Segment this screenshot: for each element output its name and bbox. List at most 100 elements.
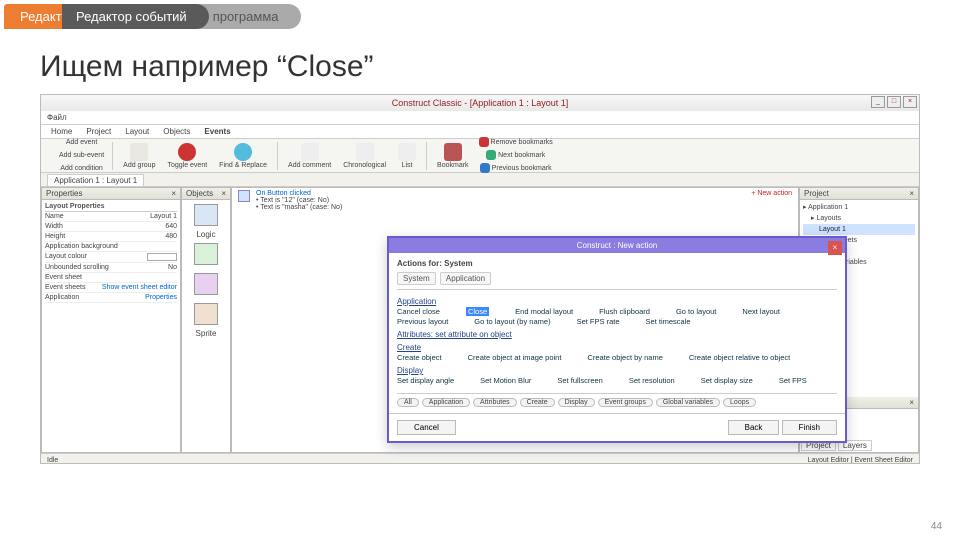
status-left: Idle [47, 457, 58, 464]
filter-button[interactable]: Attributes [473, 398, 517, 407]
prop-row[interactable]: Layout colour [45, 252, 177, 263]
menu-file[interactable]: Файл [47, 113, 67, 122]
dialog-close-button[interactable]: × [828, 241, 842, 255]
action-category: Display [397, 366, 837, 375]
action-item-selected[interactable]: Close [466, 307, 489, 316]
ribbon-add-comment[interactable]: Add comment [284, 141, 335, 171]
status-tab[interactable]: Layout Editor [808, 457, 849, 464]
ribbon-toggle-event[interactable]: Toggle event [163, 141, 211, 171]
action-item[interactable]: Next layout [742, 307, 780, 316]
ribbon-remove-bookmarks[interactable]: Remove bookmarks [477, 136, 555, 149]
group-icon [130, 143, 148, 161]
crumb-application[interactable]: Application [440, 272, 491, 285]
ribbon-next-bookmark[interactable]: Next bookmark [477, 149, 555, 162]
ribbon-tab-objects[interactable]: Objects [163, 127, 190, 136]
action-item[interactable]: Previous layout [397, 317, 448, 326]
cancel-button[interactable]: Cancel [397, 420, 456, 435]
prop-row[interactable]: NameLayout 1 [45, 212, 177, 222]
action-item[interactable]: Set resolution [629, 376, 675, 385]
prop-row[interactable]: Unbounded scrollingNo [45, 263, 177, 273]
props-section: Layout Properties [45, 202, 177, 212]
action-item[interactable]: Go to layout [676, 307, 716, 316]
filter-button[interactable]: Loops [723, 398, 756, 407]
slide-tabs: Редактор Редактор событий программа [0, 0, 960, 32]
back-button[interactable]: Back [728, 420, 780, 435]
prop-row[interactable]: Event sheet [45, 273, 177, 283]
event-row[interactable]: On Button clicked • Text is "12" (case: … [232, 188, 798, 213]
filter-button[interactable]: Application [422, 398, 470, 407]
prop-row[interactable]: ApplicationProperties [45, 293, 177, 303]
window-close[interactable]: × [903, 96, 917, 108]
tree-item[interactable]: ▸ Application 1 [803, 202, 915, 213]
action-item[interactable]: Create object by name [587, 353, 662, 362]
panel-close-icon[interactable]: × [171, 189, 176, 198]
tree-item[interactable]: ▸ Layouts [803, 213, 915, 224]
prop-row[interactable]: Application background [45, 242, 177, 252]
action-item[interactable]: Create object at image point [468, 353, 562, 362]
action-item[interactable]: Set display angle [397, 376, 454, 385]
action-item[interactable]: Set FPS [779, 376, 807, 385]
prop-row[interactable]: Event sheetsShow event sheet editor [45, 283, 177, 293]
action-item[interactable]: Go to layout (by name) [474, 317, 550, 326]
object-item[interactable] [194, 303, 218, 325]
ribbon-tab-layout[interactable]: Layout [125, 127, 149, 136]
prop-row[interactable]: Height480 [45, 232, 177, 242]
object-item[interactable] [194, 243, 218, 265]
window-minimize[interactable]: _ [871, 96, 885, 108]
ribbon-bookmark[interactable]: Bookmark [433, 141, 473, 171]
filter-button[interactable]: Event groups [598, 398, 653, 407]
slide-tab-event-editor[interactable]: Редактор событий [62, 4, 209, 29]
document-tab[interactable]: Application 1 : Layout 1 [47, 174, 144, 186]
action-item[interactable]: Cancel close [397, 307, 440, 316]
slide-number: 44 [931, 521, 942, 532]
action-item[interactable]: Set Motion Blur [480, 376, 531, 385]
project-title: Project [804, 189, 829, 198]
action-item[interactable]: Flush clipboard [599, 307, 650, 316]
action-item[interactable]: Create object [397, 353, 442, 362]
new-action-dialog: Construct : New action × Actions for: Sy… [387, 236, 847, 443]
object-label: Sprite [182, 329, 230, 338]
event-action[interactable]: • Text is "12" (case: No) [256, 197, 342, 204]
ribbon-tab-events[interactable]: Events [204, 127, 230, 136]
ribbon-prev-bookmark[interactable]: Previous bookmark [477, 162, 555, 175]
action-item[interactable]: Set display size [701, 376, 753, 385]
filter-button[interactable]: All [397, 398, 419, 407]
ribbon-tab-project[interactable]: Project [86, 127, 111, 136]
comment-icon [301, 143, 319, 161]
panel-close-icon[interactable]: × [909, 189, 914, 198]
ribbon-add-event[interactable]: Add event [45, 136, 106, 149]
ribbon-list[interactable]: List [394, 141, 420, 171]
event-condition[interactable]: On Button clicked [256, 190, 342, 197]
new-action-link[interactable]: + New action [751, 190, 792, 197]
prop-row[interactable]: Width640 [45, 222, 177, 232]
window-maximize[interactable]: □ [887, 96, 901, 108]
event-action[interactable]: • Text is "masha" (case: No) [256, 204, 342, 211]
object-item[interactable] [194, 204, 218, 226]
action-item[interactable]: End modal layout [515, 307, 573, 316]
action-item[interactable]: Set timescale [646, 317, 691, 326]
finish-button[interactable]: Finish [782, 420, 837, 435]
filter-button[interactable]: Global variables [656, 398, 720, 407]
panel-close-icon[interactable]: × [221, 189, 226, 198]
action-item[interactable]: Set FPS rate [577, 317, 620, 326]
ribbon-find-replace[interactable]: Find & Replace [215, 141, 271, 171]
crumb-system[interactable]: System [397, 272, 436, 285]
ribbon-tab-home[interactable]: Home [51, 127, 72, 136]
action-item[interactable]: Create object relative to object [689, 353, 790, 362]
ribbon-chronological[interactable]: Chronological [339, 141, 390, 171]
status-bar: Idle Layout Editor | Event Sheet Editor [41, 453, 919, 464]
filter-button[interactable]: Create [520, 398, 555, 407]
panel-close-icon[interactable]: × [909, 398, 914, 407]
object-item[interactable] [194, 273, 218, 295]
filter-button[interactable]: Display [558, 398, 595, 407]
tree-item-selected[interactable]: Layout 1 [803, 224, 915, 235]
status-tab[interactable]: Event Sheet Editor [855, 457, 913, 464]
event-editor: On Button clicked • Text is "12" (case: … [231, 187, 799, 453]
ribbon-add-group[interactable]: Add group [119, 141, 159, 171]
app-titlebar: Construct Classic - [Application 1 : Lay… [41, 95, 919, 111]
ribbon-add-subevent[interactable]: Add sub-event [45, 149, 106, 162]
action-category: Create [397, 343, 837, 352]
action-item[interactable]: Set fullscreen [557, 376, 602, 385]
ribbon-label: Add group [123, 162, 155, 169]
plus-icon [54, 137, 64, 147]
